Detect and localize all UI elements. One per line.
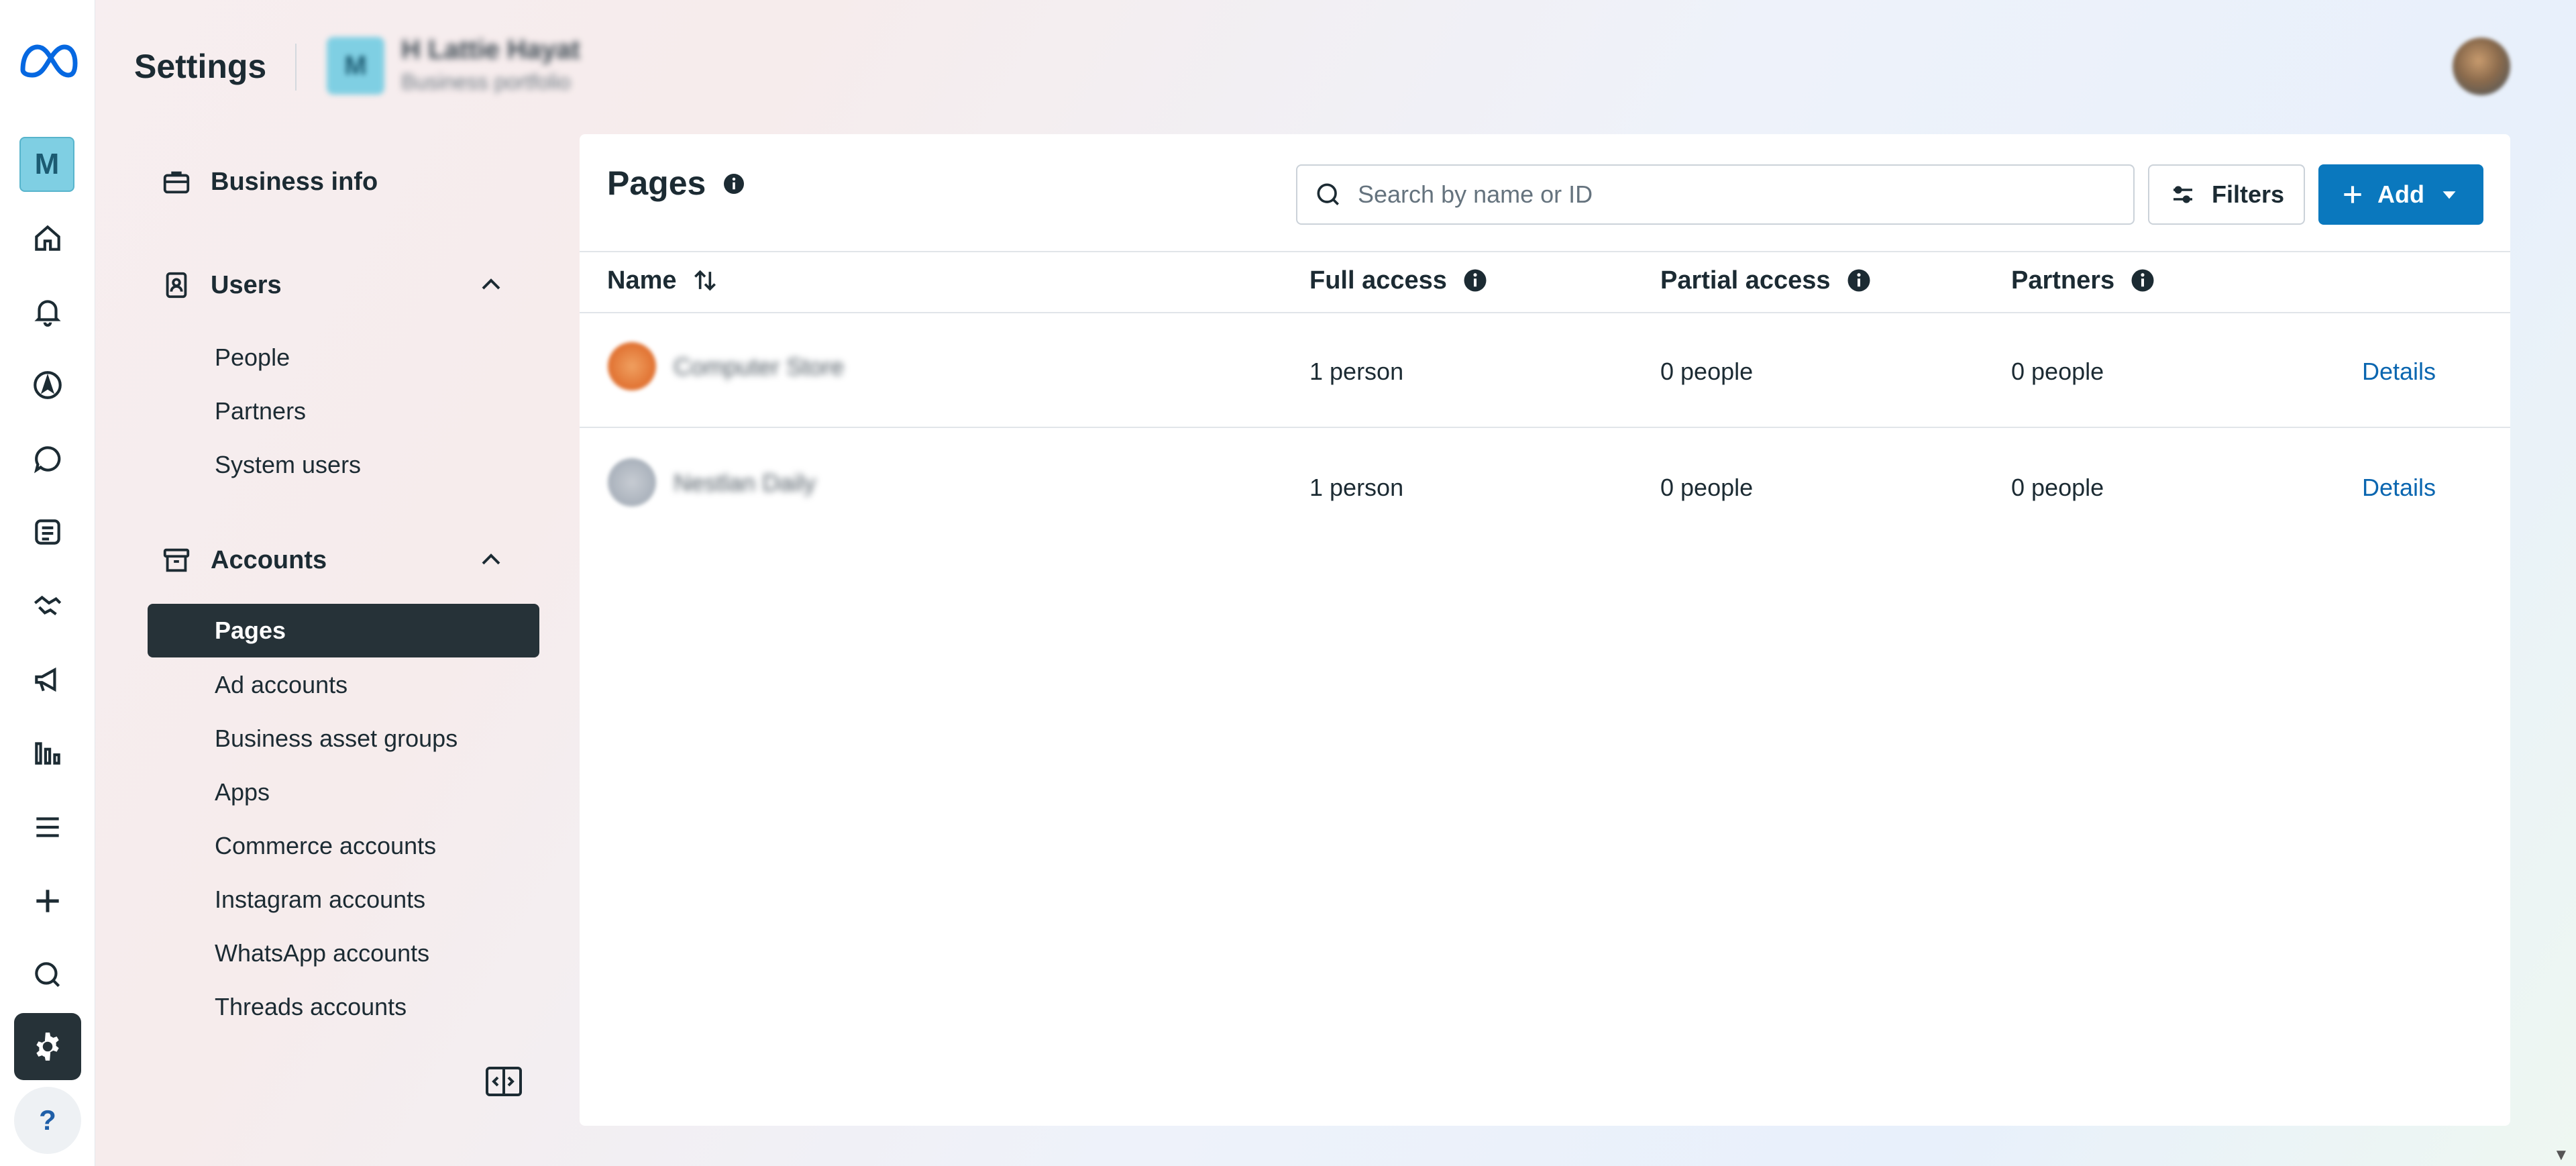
users-icon (166, 272, 187, 299)
add-label: Add (2377, 180, 2424, 208)
partial-access-value: 0 people (1660, 474, 1754, 501)
account-switcher[interactable]: M (19, 137, 74, 192)
nav-item-ad-accounts[interactable]: Ad accounts (215, 671, 347, 699)
header-divider (295, 44, 297, 91)
nav-item-threads-accounts[interactable]: Threads accounts (215, 993, 407, 1021)
archive-icon (163, 548, 190, 572)
chevron-up-icon[interactable] (475, 543, 507, 576)
full-access-value: 1 person (1309, 358, 1404, 385)
menu-icon[interactable] (14, 794, 81, 861)
nav-item-commerce-accounts[interactable]: Commerce accounts (215, 832, 436, 860)
nav-business-info-label: Business info (211, 167, 378, 196)
partners-value: 0 people (2011, 358, 2104, 385)
meta-logo[interactable] (17, 40, 78, 81)
table-divider (580, 427, 2510, 428)
nav-accounts[interactable]: Accounts (161, 545, 327, 576)
partial-access-value: 0 people (1660, 358, 1754, 385)
nav-item-apps[interactable]: Apps (215, 778, 270, 806)
chevron-up-icon[interactable] (475, 268, 507, 301)
pages-panel: Pages Filters Add Name Full access Parti… (580, 134, 2510, 1126)
insights-icon[interactable] (14, 720, 81, 787)
column-partial-access-label: Partial access (1660, 266, 1831, 295)
details-link[interactable]: Details (2362, 474, 2436, 502)
business-name[interactable]: H Lattie Hayat (401, 35, 580, 65)
nav-item-pages[interactable] (148, 604, 539, 657)
column-header-full-access: Full access (1309, 266, 1490, 295)
page-name[interactable]: Nestlan Daily (674, 469, 816, 497)
page-title: Pages (607, 164, 706, 202)
help-icon[interactable]: ? (14, 1087, 81, 1154)
megaphone-icon[interactable] (14, 646, 81, 713)
plus-icon (2344, 186, 2361, 203)
table-divider (580, 251, 2510, 252)
search-icon (1317, 183, 1339, 205)
nav-accounts-label: Accounts (211, 545, 327, 574)
sliders-icon (2173, 186, 2192, 203)
search-box[interactable] (1296, 164, 2135, 225)
caret-down-icon (2443, 191, 2456, 199)
add-button[interactable]: Add (2318, 164, 2483, 225)
partners-value: 0 people (2011, 474, 2104, 501)
info-icon[interactable] (1844, 266, 1874, 295)
nav-item-people[interactable]: People (215, 343, 290, 372)
briefcase-icon (163, 171, 190, 194)
scrollbar-down-arrow[interactable]: ▼ (2553, 1146, 2569, 1165)
column-name-label: Name (607, 266, 677, 295)
compass-icon[interactable] (14, 352, 81, 419)
info-icon[interactable] (2128, 266, 2157, 295)
column-header-name[interactable]: Name (607, 266, 720, 295)
search-input[interactable] (1358, 180, 2096, 209)
bell-icon[interactable] (14, 278, 81, 345)
page-avatar (608, 342, 656, 390)
page-avatar (608, 458, 656, 507)
full-access-value: 1 person (1309, 474, 1404, 501)
nav-item-business-asset-groups[interactable]: Business asset groups (215, 725, 458, 753)
gear-icon[interactable] (14, 1013, 81, 1080)
nav-item-partners[interactable]: Partners (215, 397, 306, 425)
avatar[interactable] (2453, 38, 2510, 95)
nav-item-pages-label: Pages (215, 617, 286, 644)
business-avatar[interactable]: M (327, 37, 384, 95)
table-divider (580, 312, 2510, 313)
info-icon[interactable] (722, 172, 746, 196)
column-header-partners: Partners (2011, 266, 2157, 295)
business-subtitle: Business portfolio (401, 70, 571, 94)
nav-item-instagram-accounts[interactable]: Instagram accounts (215, 886, 425, 914)
details-link[interactable]: Details (2362, 358, 2436, 386)
chat-icon[interactable] (14, 425, 81, 492)
collapse-sidebar-icon[interactable] (486, 1067, 522, 1096)
home-icon[interactable] (14, 205, 81, 272)
nav-item-system-users[interactable]: System users (215, 451, 361, 479)
left-rail: M ? (0, 0, 95, 1166)
nav-business-info[interactable]: Business info (161, 166, 378, 197)
info-icon[interactable] (1460, 266, 1490, 295)
column-header-partial-access: Partial access (1660, 266, 1874, 295)
page-name[interactable]: Computer Store (674, 353, 844, 381)
plus-icon[interactable] (14, 867, 81, 935)
search-icon[interactable] (14, 941, 81, 1008)
column-full-access-label: Full access (1309, 266, 1447, 295)
column-partners-label: Partners (2011, 266, 2115, 295)
nav-item-whatsapp-accounts[interactable]: WhatsApp accounts (215, 939, 429, 967)
filters-label: Filters (2211, 180, 2285, 208)
content-icon[interactable] (14, 498, 81, 566)
sort-icon[interactable] (690, 266, 720, 295)
page-heading: Settings (134, 48, 267, 85)
nav-users[interactable]: Users (161, 270, 282, 301)
handshake-icon[interactable] (14, 572, 81, 639)
nav-users-label: Users (211, 270, 282, 299)
filters-button[interactable]: Filters (2148, 164, 2305, 225)
